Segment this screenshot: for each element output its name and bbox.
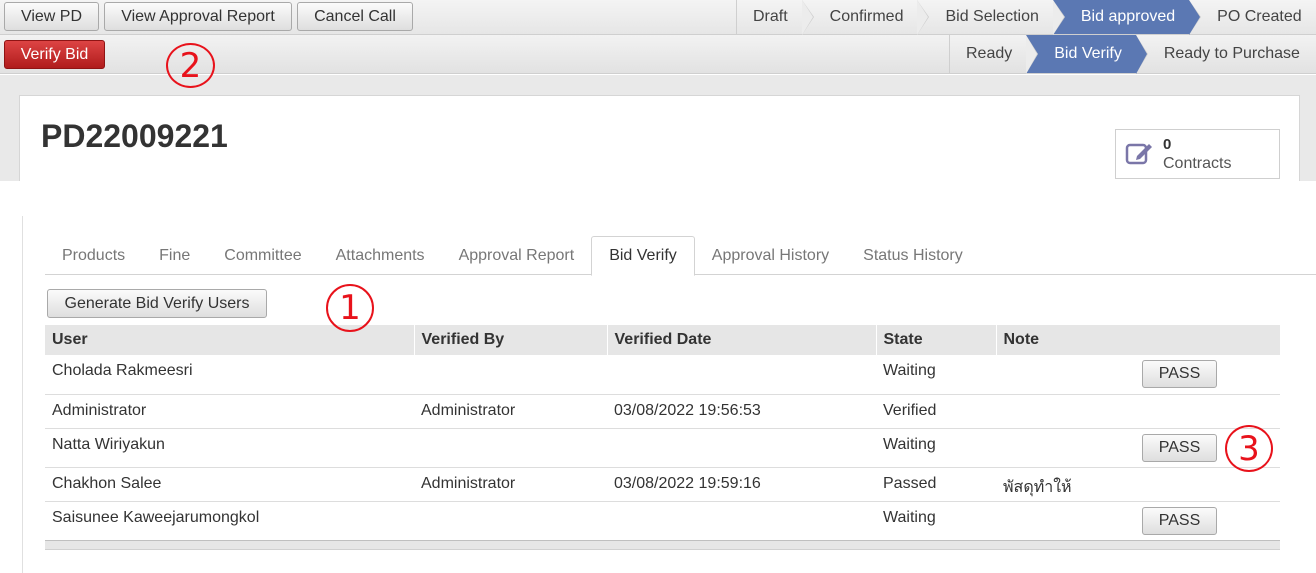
tab-approval-report[interactable]: Approval Report — [442, 236, 592, 275]
cell-user: Natta Wiriyakun — [52, 435, 165, 453]
cell-user: Chakhon Salee — [52, 474, 162, 492]
pass-button[interactable]: PASS — [1142, 506, 1217, 535]
cell-user: Cholada Rakmeesri — [52, 362, 193, 379]
cancel-call-button[interactable]: Cancel Call — [297, 2, 413, 31]
pass-button[interactable]: PASS — [1142, 433, 1217, 462]
record-title: PD22009221 — [41, 118, 228, 154]
table-header: User Verified By Verified Date State Note — [45, 325, 1280, 355]
cell-note: พัสดุทำให้ — [1003, 478, 1072, 496]
cell-state: Passed — [883, 474, 937, 492]
column-header-note[interactable]: Note — [995, 325, 1280, 355]
callout-2: 2 — [166, 43, 215, 88]
table-row: Natta Wiriyakun Waiting PASS — [45, 428, 1280, 468]
tab-approval-history[interactable]: Approval History — [695, 236, 846, 275]
edit-icon — [1125, 143, 1152, 165]
callout-1: 1 — [326, 284, 374, 332]
cell-verified-by: Administrator — [421, 474, 516, 492]
view-approval-report-button[interactable]: View Approval Report — [104, 2, 292, 31]
verify-step-ready-to-purchase: Ready to Purchase — [1163, 45, 1300, 62]
table-row: Administrator Administrator 03/08/2022 19:… — [45, 394, 1280, 429]
cell-user: Administrator — [52, 401, 147, 419]
status-step-bid-selection: Bid Selection — [917, 0, 1066, 35]
status-step-po-created: PO Created — [1217, 8, 1302, 25]
tab-attachments[interactable]: Attachments — [319, 236, 442, 275]
pass-button[interactable]: PASS — [1142, 360, 1217, 388]
column-header-verified-date[interactable]: Verified Date — [606, 325, 876, 355]
contracts-count: 0 — [1163, 136, 1172, 153]
table-row: Chakhon Salee Administrator 03/08/2022 19:… — [45, 467, 1280, 502]
verify-bid-button[interactable]: Verify Bid — [4, 40, 105, 69]
tab-products[interactable]: Products — [45, 236, 142, 275]
contracts-smart-button[interactable]: 0 Contracts — [1115, 129, 1280, 179]
contracts-label: Contracts — [1163, 155, 1232, 172]
form-sheet-header: PD22009221 0 Contracts — [19, 95, 1300, 181]
verify-step-bid-verify: Bid Verify — [1026, 35, 1148, 74]
callout-3: 3 — [1225, 425, 1273, 472]
tab-bid-verify[interactable]: Bid Verify — [591, 236, 695, 276]
bid-verify-table: User Verified By Verified Date State Note Ch… — [45, 325, 1280, 541]
cell-verified-by: Administrator — [421, 401, 516, 419]
table-row: Cholada Rakmeesri Waiting PASS — [45, 355, 1280, 395]
status-bar: Draft Confirmed Bid Selection Bid approved P… — [736, 0, 1316, 35]
cell-state: Waiting — [883, 435, 936, 453]
tab-status-history[interactable]: Status History — [846, 236, 980, 275]
form-sheet-body: Products Fine Committee Attachments Approval… — [22, 216, 1316, 573]
view-pd-button[interactable]: View PD — [4, 2, 99, 31]
cell-verified-date: 03/08/2022 19:59:16 — [614, 474, 761, 492]
column-header-verified-by[interactable]: Verified By — [413, 325, 607, 355]
table-footer — [45, 540, 1280, 550]
verify-step-ready: Ready — [949, 35, 1039, 74]
cell-verified-date: 03/08/2022 19:56:53 — [614, 401, 761, 419]
column-header-state[interactable]: State — [875, 325, 996, 355]
cell-state: Verified — [883, 401, 937, 419]
cell-state: Waiting — [883, 508, 936, 526]
cell-user: Saisunee Kaweejarumongkol — [52, 508, 260, 526]
notebook-tabs: Products Fine Committee Attachments Approval… — [45, 236, 1316, 276]
tab-committee[interactable]: Committee — [207, 236, 318, 275]
tab-fine[interactable]: Fine — [142, 236, 207, 275]
action-toolbar: View PD View Approval Report Cancel Call… — [0, 0, 1316, 35]
status-step-draft: Draft — [736, 0, 814, 35]
verify-status-bar: Ready Bid Verify Ready to Purchase — [949, 35, 1314, 74]
status-step-bid-approved: Bid approved — [1052, 0, 1202, 35]
generate-bid-verify-users-button[interactable]: Generate Bid Verify Users — [47, 289, 267, 318]
status-step-confirmed: Confirmed — [802, 0, 930, 35]
cell-state: Waiting — [883, 362, 936, 379]
table-row: Saisunee Kaweejarumongkol Waiting PASS — [45, 501, 1280, 541]
